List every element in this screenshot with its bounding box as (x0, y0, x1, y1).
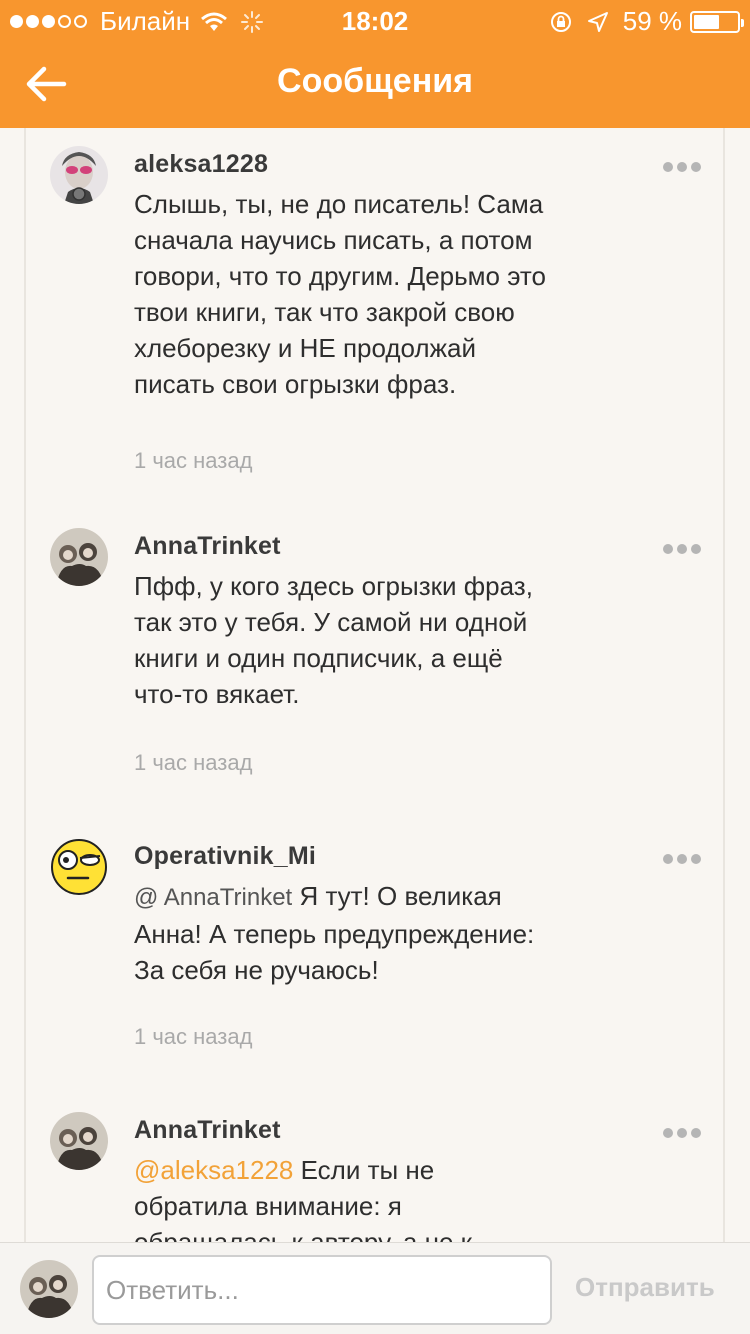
reply-input[interactable]: Ответить... (92, 1255, 552, 1325)
send-button[interactable]: Отправить (575, 1272, 715, 1303)
status-bar-right: 59 % (549, 6, 744, 37)
more-options-icon[interactable] (659, 544, 701, 554)
comment-timestamp: 1 час назад (134, 750, 253, 775)
comment-text: @aleksa1228 Если ты не обратила внимание… (134, 1152, 554, 1242)
page-title: Сообщения (277, 62, 473, 100)
battery-percent: 59 % (622, 6, 682, 36)
status-bar: Билайн 18:02 59 % (0, 0, 750, 40)
rotation-lock-icon (550, 11, 571, 32)
comment-username[interactable]: AnnaTrinket (134, 1116, 281, 1145)
comment-text: Пфф, у кого здесь огрызки фраз, так это … (134, 571, 533, 709)
avatar[interactable] (50, 146, 108, 204)
avatar (20, 1260, 78, 1318)
more-options-icon[interactable] (659, 162, 701, 172)
comment-username[interactable]: AnnaTrinket (134, 532, 281, 561)
comment-timestamp: 1 час назад (134, 448, 253, 473)
mention-link[interactable]: @ AnnaTrinket (134, 884, 292, 911)
reply-bar: Ответить... Отправить (0, 1242, 750, 1334)
comment-item: AnnaTrinket Пфф, у кого здесь огрызки фр… (26, 518, 723, 818)
location-arrow-icon (587, 11, 608, 32)
comment-item: Operativnik_Mi @ AnnaTrinket Я тут! О ве… (26, 828, 723, 1088)
navigation-bar: Сообщения (0, 40, 750, 128)
battery-icon (690, 10, 744, 33)
comment-item: aleksa1228 Слышь, ты, не до писатель! Са… (26, 136, 723, 516)
comments-list[interactable]: aleksa1228 Слышь, ты, не до писатель! Са… (24, 128, 725, 1242)
more-options-icon[interactable] (659, 854, 701, 864)
comment-timestamp: 1 час назад (134, 1024, 253, 1049)
comment-item: AnnaTrinket @aleksa1228 Если ты не обрат… (26, 1102, 723, 1242)
avatar[interactable] (50, 838, 108, 896)
more-options-icon[interactable] (659, 1128, 701, 1138)
comment-username[interactable]: aleksa1228 (134, 150, 268, 179)
avatar[interactable] (50, 528, 108, 586)
app-header: Билайн 18:02 59 % Сообщения (0, 0, 750, 128)
comment-text: @ AnnaTrinket Я тут! О великая Анна! А т… (134, 878, 554, 988)
comment-text: Слышь, ты, не до писатель! Сама сначала … (134, 189, 547, 399)
avatar[interactable] (50, 1112, 108, 1170)
mention-link[interactable]: @aleksa1228 (134, 1155, 293, 1185)
comment-username[interactable]: Operativnik_Mi (134, 842, 316, 871)
